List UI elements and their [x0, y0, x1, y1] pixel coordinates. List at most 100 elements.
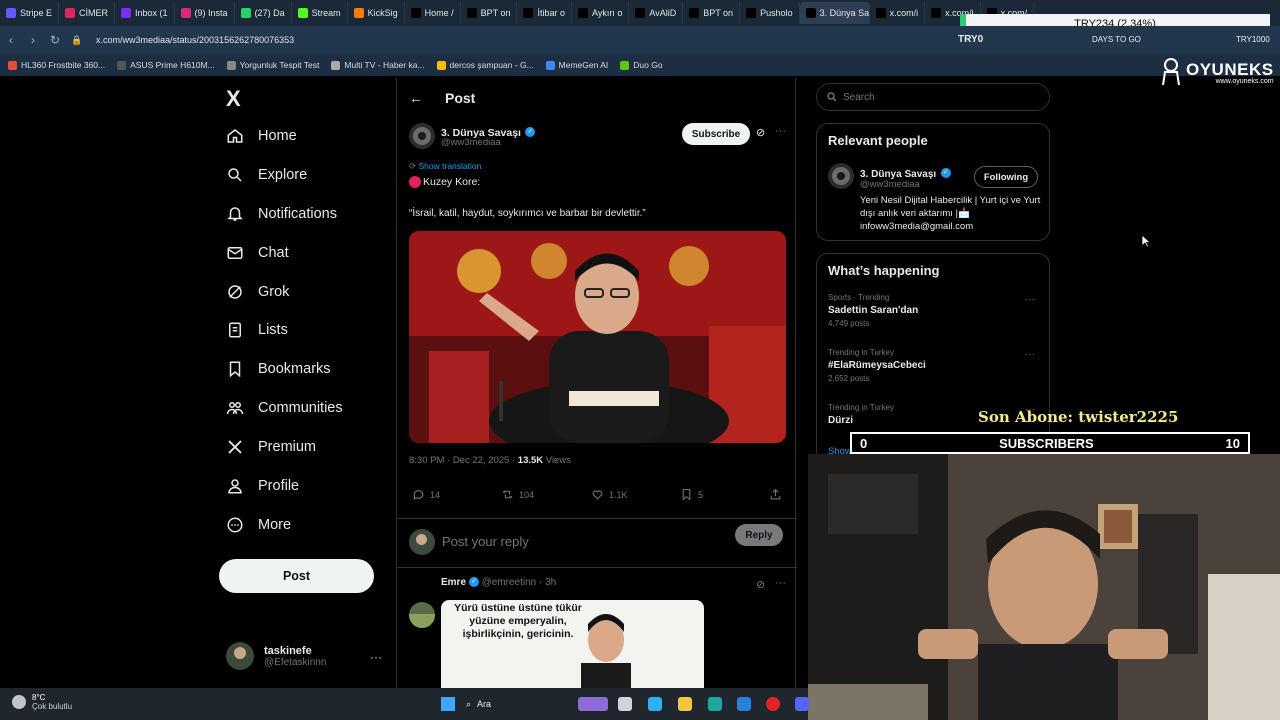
- taskbar-search[interactable]: ⌕ Ara: [466, 693, 566, 715]
- x-logo[interactable]: X: [226, 86, 241, 112]
- reply-input[interactable]: Post your reply: [442, 534, 529, 549]
- lock-icon[interactable]: 🔒: [66, 35, 88, 46]
- trend-item[interactable]: Sports · Trending Sadettin Saran'dan 4,7…: [828, 293, 918, 328]
- back-arrow-icon[interactable]: ←: [409, 90, 423, 106]
- reply-author-name[interactable]: Emre: [441, 577, 466, 588]
- reply-author-avatar[interactable]: [409, 602, 435, 628]
- browser-tab[interactable]: BPT on: [683, 2, 741, 24]
- back-icon[interactable]: ‹: [0, 33, 22, 47]
- premium-icon: [228, 440, 242, 454]
- taskbar-taskview-icon[interactable]: [618, 697, 632, 711]
- trend-more-icon[interactable]: ···: [1025, 349, 1035, 360]
- bookmark-item[interactable]: Yorgunluk Tespit Test: [226, 60, 319, 70]
- nav-item-label: Chat: [258, 245, 289, 261]
- browser-tab[interactable]: 3. Dünya Sava: [799, 2, 870, 24]
- browser-tab[interactable]: AvAliD: [629, 2, 684, 24]
- browser-tab[interactable]: (27) Da: [235, 2, 292, 24]
- reload-icon[interactable]: ↻: [44, 33, 66, 47]
- browser-tab[interactable]: x.com/i: [870, 2, 926, 24]
- author-handle[interactable]: @ww3mediaa: [441, 137, 501, 148]
- bookmark-favicon-icon: [117, 60, 127, 70]
- nav-item-communities[interactable]: Communities: [226, 399, 343, 417]
- taskbar-explorer-icon[interactable]: [678, 697, 692, 711]
- tab-label: Aykırı o: [592, 8, 623, 18]
- browser-tab[interactable]: Pusholo: [740, 2, 800, 24]
- search-input[interactable]: Search: [816, 83, 1050, 111]
- bookmark-item[interactable]: MemeGen AI: [545, 60, 608, 70]
- nav-item-grok[interactable]: Grok: [226, 283, 289, 301]
- url-field[interactable]: x.com/ww3mediaa/status/20031562627800763…: [96, 35, 294, 45]
- bookmark-item[interactable]: ASUS Prime H610M...: [117, 60, 215, 70]
- browser-tab[interactable]: İtibar o: [517, 2, 572, 24]
- forward-icon[interactable]: ›: [22, 33, 44, 47]
- reply-image[interactable]: Yürü üstüne üstüne tükür yüzüne emperyal…: [441, 600, 704, 690]
- reply-button[interactable]: Reply: [735, 524, 783, 546]
- browser-tab[interactable]: Home /: [405, 2, 461, 24]
- browser-tab[interactable]: CİMER: [59, 2, 116, 24]
- post-button[interactable]: Post: [219, 559, 374, 593]
- following-button[interactable]: Following: [974, 166, 1038, 188]
- bookmark-item[interactable]: dercos şampuan - G...: [436, 60, 534, 70]
- nav-item-profile[interactable]: Profile: [226, 477, 299, 495]
- account-switcher[interactable]: taskinefe @Efetaskinnn: [226, 642, 326, 670]
- heart-icon: [592, 490, 603, 500]
- bookmark-item[interactable]: Multi TV - Haber ka...: [331, 60, 425, 70]
- post-image[interactable]: [409, 231, 786, 443]
- taskbar-store-icon[interactable]: [737, 697, 751, 711]
- show-translation-link[interactable]: ⟳ Show translation: [409, 161, 481, 172]
- tab-favicon-icon: [931, 8, 942, 18]
- taskbar-widgets-icon[interactable]: [578, 697, 608, 711]
- bookmark-action[interactable]: 5: [680, 488, 703, 501]
- post-more-icon[interactable]: ···: [775, 125, 786, 137]
- nav-item-notifications[interactable]: Notifications: [226, 205, 337, 223]
- nav-item-home[interactable]: Home: [226, 127, 297, 145]
- windows-start-icon[interactable]: [441, 697, 455, 711]
- tab-favicon-icon: [875, 8, 886, 18]
- bookmark-item[interactable]: HL360 Frostbite 360...: [8, 60, 105, 70]
- reply-action[interactable]: 14: [412, 488, 440, 501]
- tab-favicon-icon: [635, 8, 646, 18]
- tab-favicon-icon: [240, 8, 251, 18]
- taskbar-opera-icon[interactable]: [766, 697, 780, 711]
- tab-label: KickSig: [367, 8, 398, 18]
- author-avatar[interactable]: [409, 123, 435, 149]
- reply-grok-icon[interactable]: ⊘: [756, 578, 765, 591]
- browser-tab[interactable]: Inbox (1: [115, 2, 175, 24]
- account-more-icon[interactable]: ···: [370, 650, 382, 664]
- repost-action[interactable]: 104: [501, 488, 534, 501]
- trend-more-icon[interactable]: ···: [1025, 294, 1035, 305]
- subs-label: SUBSCRIBERS: [999, 435, 1094, 451]
- person-avatar[interactable]: [828, 163, 854, 189]
- taskbar-search-label: Ara: [477, 699, 492, 709]
- weather-widget[interactable]: 8°C Çok bulutlu: [12, 693, 72, 711]
- nav-item-premium[interactable]: Premium: [226, 438, 316, 456]
- trend-count: 4,749 posts: [828, 319, 870, 328]
- bookmark-label: Multi TV - Haber ka...: [344, 60, 425, 70]
- subscribe-button[interactable]: Subscribe: [682, 123, 750, 145]
- taskbar-edge-icon[interactable]: [708, 697, 722, 711]
- nav-item-more[interactable]: More: [226, 516, 291, 534]
- tab-favicon-icon: [297, 8, 308, 18]
- taskbar-copilot-icon[interactable]: [648, 697, 662, 711]
- browser-tab[interactable]: Stream: [292, 2, 348, 24]
- nav-item-chat[interactable]: Chat: [226, 244, 289, 262]
- taskbar-discord-icon[interactable]: [795, 697, 809, 711]
- like-action[interactable]: 1.1K: [591, 488, 628, 501]
- nav-item-explore[interactable]: Explore: [226, 166, 307, 184]
- browser-tab[interactable]: KickSig: [348, 2, 405, 24]
- taskbar-search-icon: ⌕: [466, 698, 472, 709]
- nav-item-lists[interactable]: Lists: [226, 321, 288, 339]
- chat-icon: [227, 247, 243, 259]
- reply-more-icon[interactable]: ···: [775, 577, 786, 589]
- trend-item[interactable]: Trending in Turkey Dürzi: [828, 403, 894, 426]
- bookmark-item[interactable]: Duo Go: [620, 60, 663, 70]
- browser-tab[interactable]: Stripe E: [0, 2, 60, 24]
- nav-item-bookmarks[interactable]: Bookmarks: [226, 360, 331, 378]
- post-time: 8:30 PM · Dec 22, 2025 ·: [409, 455, 518, 466]
- browser-tab[interactable]: Aykırı o: [572, 2, 630, 24]
- trend-item[interactable]: Trending in Turkey #ElaRümeysaCebeci 2,6…: [828, 348, 926, 383]
- browser-tab[interactable]: BPT on: [461, 2, 518, 24]
- browser-tab[interactable]: (9) Insta: [175, 2, 235, 24]
- share-action[interactable]: [769, 488, 782, 501]
- grok-icon[interactable]: ⊘: [756, 126, 765, 139]
